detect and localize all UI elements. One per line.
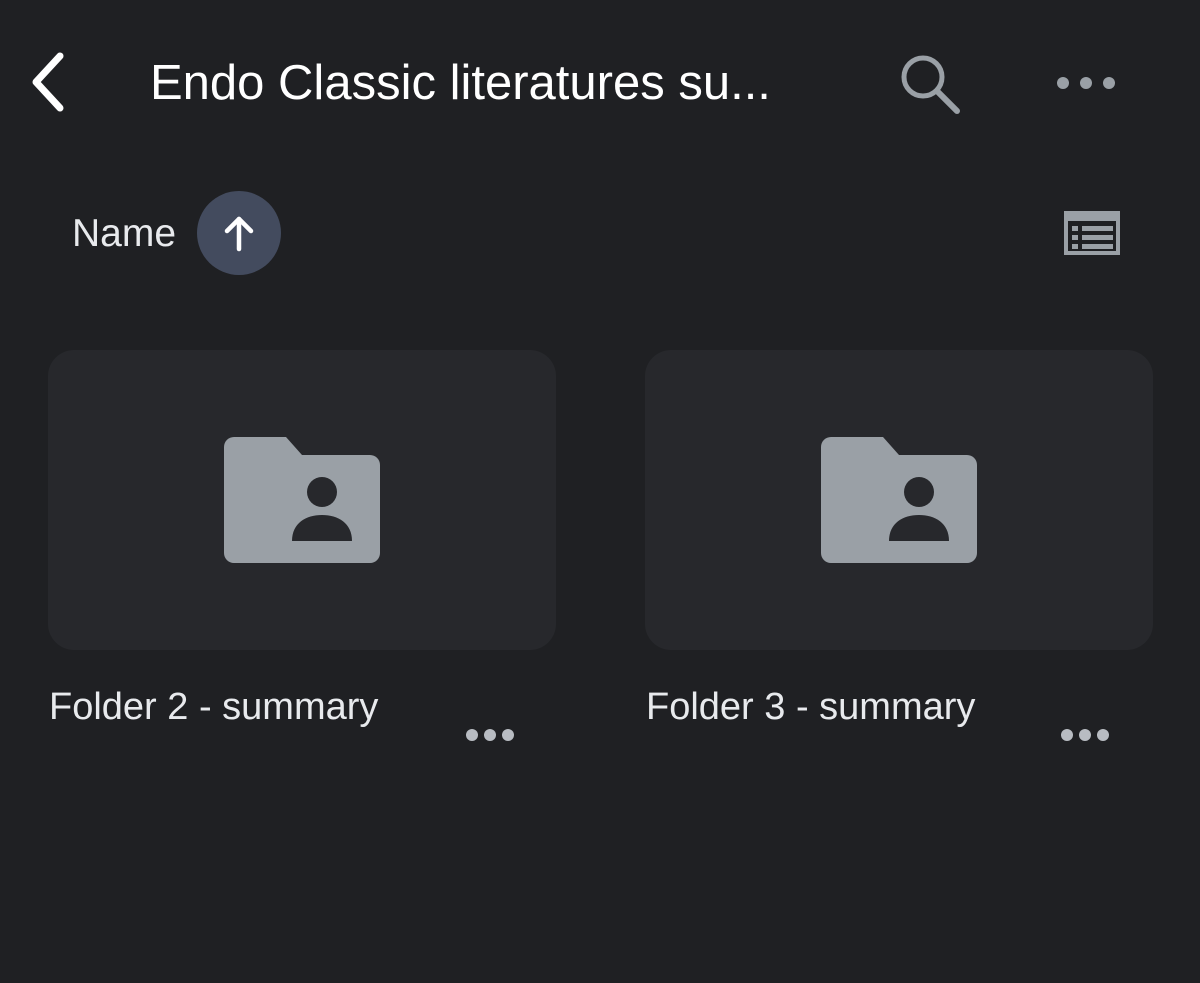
more-horizontal-icon bbox=[1057, 77, 1115, 89]
back-button[interactable] bbox=[20, 50, 76, 114]
list-view-toggle[interactable] bbox=[1060, 207, 1124, 259]
list-view-icon bbox=[1064, 211, 1120, 255]
sort-bar: Name bbox=[0, 185, 1200, 285]
more-horizontal-icon bbox=[466, 729, 514, 741]
more-options-button[interactable] bbox=[1048, 58, 1124, 108]
sort-field-label[interactable]: Name bbox=[72, 211, 176, 257]
shared-folder-icon bbox=[821, 437, 977, 563]
search-button[interactable] bbox=[893, 50, 967, 118]
top-app-bar: Endo Classic literatures su... bbox=[0, 0, 1200, 170]
folder-thumbnail[interactable] bbox=[48, 350, 556, 650]
shared-folder-icon bbox=[224, 437, 380, 563]
folder-name: Folder 2 - summary bbox=[49, 686, 379, 728]
folder-thumbnail[interactable] bbox=[645, 350, 1153, 650]
folder-more-button[interactable] bbox=[1047, 712, 1123, 758]
more-horizontal-icon bbox=[1061, 729, 1109, 741]
search-icon bbox=[901, 55, 960, 114]
arrow-up-icon bbox=[224, 216, 254, 252]
sort-direction-button[interactable] bbox=[197, 191, 281, 275]
drive-folder-screen: Endo Classic literatures su... Name Fold… bbox=[0, 0, 1200, 983]
folder-card[interactable]: Folder 2 - summary bbox=[48, 350, 556, 800]
chevron-left-icon bbox=[32, 52, 64, 112]
folder-name: Folder 3 - summary bbox=[646, 686, 976, 728]
folder-card[interactable]: Folder 3 - summary bbox=[645, 350, 1153, 800]
page-title: Endo Classic literatures su... bbox=[150, 56, 771, 110]
folder-more-button[interactable] bbox=[452, 712, 528, 758]
